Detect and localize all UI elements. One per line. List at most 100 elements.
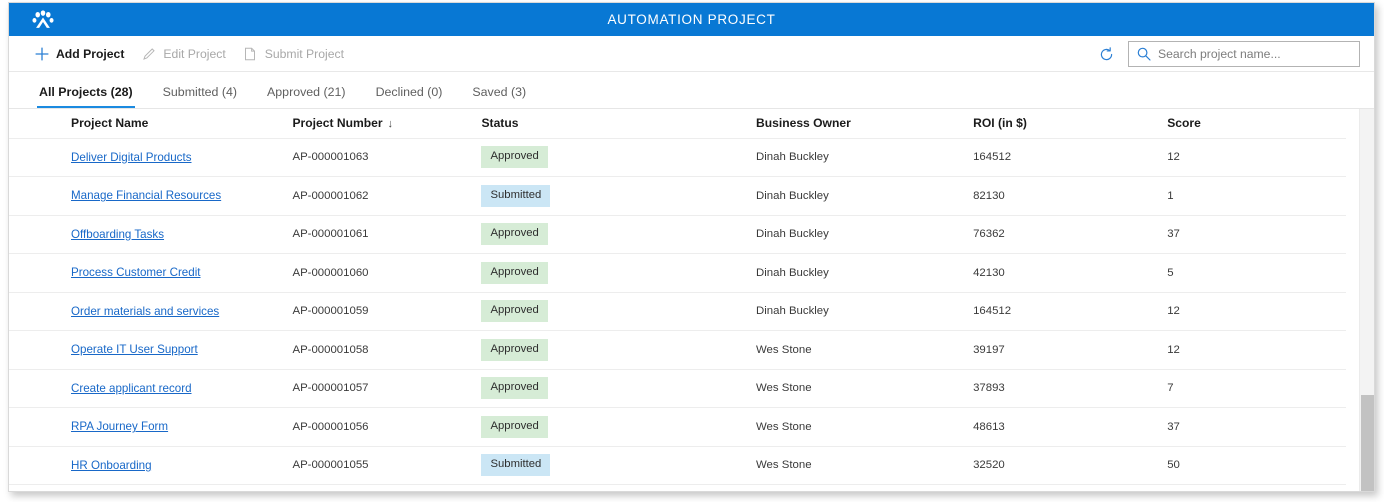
cell-business-owner: Wes Stone: [756, 446, 973, 485]
status-badge: Submitted: [481, 454, 550, 476]
table-row[interactable]: Create applicant recordAP-000001057Appro…: [9, 369, 1346, 408]
cell-project-number: AP-000001059: [292, 292, 481, 331]
table-row[interactable]: Process Customer Credit AP-000001060Appro…: [9, 254, 1346, 293]
cell-status: Approved: [481, 254, 756, 293]
submit-project-label: Submit Project: [265, 47, 344, 61]
cell-project-name: HR Onboarding: [9, 446, 292, 485]
cell-project-number: AP-000001063: [292, 138, 481, 177]
toolbar-right-group: [1094, 36, 1360, 72]
cell-roi: 42130: [973, 254, 1167, 293]
status-badge: Approved: [481, 146, 547, 168]
project-name-link[interactable]: Deliver Digital Products: [71, 151, 192, 164]
status-badge: Approved: [481, 416, 547, 438]
table-row[interactable]: Manage Financial Resources AP-000001062Su…: [9, 177, 1346, 216]
tab-approved[interactable]: Approved (21): [265, 85, 348, 108]
status-badge: Approved: [481, 223, 547, 245]
cell-project-number: AP-000001062: [292, 177, 481, 216]
cell-business-owner: Dinah Buckley: [756, 215, 973, 254]
vertical-scrollbar[interactable]: [1359, 109, 1374, 492]
cell-roi: 37893: [973, 369, 1167, 408]
table-row[interactable]: HR Onboarding AP-000001055Submitted Wes St…: [9, 446, 1346, 485]
column-header-project-number[interactable]: Project Number↓: [292, 109, 481, 138]
status-badge: Approved: [481, 300, 547, 322]
cell-business-owner: Wes Stone: [756, 331, 973, 370]
cell-business-owner: Wes Stone: [756, 408, 973, 447]
cell-project-number: AP-000001058: [292, 331, 481, 370]
table-row[interactable]: Order materials and services AP-000001059…: [9, 292, 1346, 331]
tab-submitted[interactable]: Submitted (4): [161, 85, 239, 108]
title-bar: AUTOMATION PROJECT: [9, 3, 1374, 36]
refresh-icon: [1098, 46, 1115, 63]
cell-status: Approved: [481, 331, 756, 370]
status-badge: Approved: [481, 262, 547, 284]
cell-project-number: AP-000001061: [292, 215, 481, 254]
project-name-link[interactable]: Process Customer Credit: [71, 266, 201, 279]
status-badge: Approved: [481, 377, 547, 399]
cell-roi: 32520: [973, 446, 1167, 485]
column-header-score[interactable]: Score: [1167, 109, 1346, 138]
document-icon: [242, 45, 259, 62]
table-header: Project Name Project Number↓ Status Busi…: [9, 109, 1346, 138]
column-header-project-name[interactable]: Project Name: [9, 109, 292, 138]
cell-project-name: Create applicant record: [9, 369, 292, 408]
cell-business-owner: Dinah Buckley: [756, 177, 973, 216]
cell-score: 12: [1167, 292, 1346, 331]
cell-status: Approved: [481, 138, 756, 177]
table-row[interactable]: Offboarding Tasks AP-000001061Approved Din…: [9, 215, 1346, 254]
cell-score: 1: [1167, 177, 1346, 216]
table-row[interactable]: RPA Journey Form AP-000001056Approved Wes …: [9, 408, 1346, 447]
cell-project-name: Offboarding Tasks: [9, 215, 292, 254]
cell-project-number: AP-000001060: [292, 254, 481, 293]
column-label: Business Owner: [756, 116, 851, 130]
cell-roi: 82130: [973, 177, 1167, 216]
cell-project-name: Operate IT User Support: [9, 331, 292, 370]
projects-table: Project Name Project Number↓ Status Busi…: [9, 109, 1346, 485]
cell-roi: 39197: [973, 331, 1167, 370]
column-header-roi[interactable]: ROI (in $): [973, 109, 1167, 138]
project-name-link[interactable]: HR Onboarding: [71, 459, 152, 472]
cell-roi: 164512: [973, 292, 1167, 331]
tab-saved[interactable]: Saved (3): [470, 85, 528, 108]
tab-declined[interactable]: Declined (0): [374, 85, 445, 108]
table-row[interactable]: Deliver Digital Products AP-000001063Appr…: [9, 138, 1346, 177]
page-title: AUTOMATION PROJECT: [9, 12, 1374, 27]
scrollbar-thumb[interactable]: [1361, 395, 1374, 491]
cell-project-name: Process Customer Credit: [9, 254, 292, 293]
application-window: AUTOMATION PROJECT Add Project Edit Proj…: [8, 2, 1375, 492]
tab-strip: All Projects (28) Submitted (4) Approved…: [9, 72, 1374, 108]
project-name-link[interactable]: Operate IT User Support: [71, 343, 198, 356]
cell-business-owner: Wes Stone: [756, 369, 973, 408]
cell-project-number: AP-000001056: [292, 408, 481, 447]
cell-score: 5: [1167, 254, 1346, 293]
column-header-business-owner[interactable]: Business Owner: [756, 109, 973, 138]
cell-project-name: Deliver Digital Products: [9, 138, 292, 177]
column-label: ROI (in $): [973, 116, 1027, 130]
tab-all-projects[interactable]: All Projects (28): [37, 85, 135, 108]
cell-project-number: AP-000001055: [292, 446, 481, 485]
project-name-link[interactable]: Offboarding Tasks: [71, 228, 164, 241]
cell-business-owner: Dinah Buckley: [756, 138, 973, 177]
column-header-status[interactable]: Status: [481, 109, 756, 138]
add-project-button[interactable]: Add Project: [28, 41, 131, 67]
project-name-link[interactable]: Order materials and services: [71, 305, 219, 318]
status-badge: Submitted: [481, 185, 550, 207]
projects-grid-container: Project Name Project Number↓ Status Busi…: [9, 108, 1374, 491]
edit-project-button[interactable]: Edit Project: [135, 41, 232, 67]
submit-project-button[interactable]: Submit Project: [237, 41, 351, 67]
column-label: Project Number: [292, 116, 382, 130]
search-input[interactable]: [1158, 42, 1359, 66]
search-box[interactable]: [1128, 41, 1360, 67]
refresh-button[interactable]: [1094, 42, 1118, 66]
plus-icon: [33, 45, 50, 62]
cell-status: Approved: [481, 292, 756, 331]
status-badge: Approved: [481, 339, 547, 361]
project-name-link[interactable]: RPA Journey Form: [71, 420, 168, 433]
project-name-link[interactable]: Manage Financial Resources: [71, 189, 221, 202]
cell-project-name: Order materials and services: [9, 292, 292, 331]
table-row[interactable]: Operate IT User Support AP-000001058Appro…: [9, 331, 1346, 370]
table-body: Deliver Digital ProductsAP-000001063Appr…: [9, 138, 1346, 485]
cell-score: 12: [1167, 138, 1346, 177]
project-name-link[interactable]: Create applicant record: [71, 382, 192, 395]
column-label: Score: [1167, 116, 1201, 130]
cell-business-owner: Dinah Buckley: [756, 254, 973, 293]
